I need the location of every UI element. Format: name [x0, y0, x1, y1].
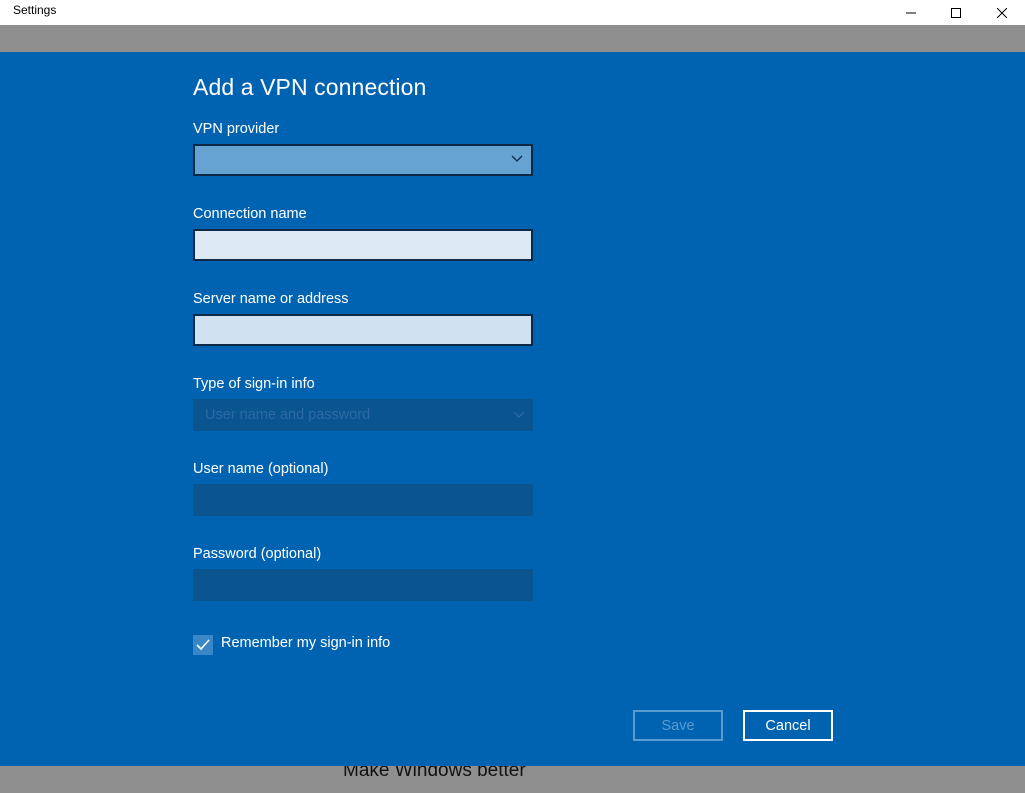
password-input[interactable]	[193, 569, 533, 601]
maximize-icon	[951, 7, 961, 18]
window-title: Settings	[13, 3, 57, 17]
close-button[interactable]	[979, 0, 1025, 25]
maximize-button[interactable]	[933, 0, 979, 25]
title-bar: Settings	[0, 0, 1025, 25]
dialog-heading: Add a VPN connection	[193, 74, 427, 100]
user-name-label: User name (optional)	[193, 461, 329, 477]
vpn-provider-dropdown[interactable]	[193, 144, 533, 176]
background-overlay	[0, 25, 1025, 52]
cancel-button[interactable]: Cancel	[743, 710, 833, 741]
user-name-input[interactable]	[193, 484, 533, 516]
save-button[interactable]: Save	[633, 710, 723, 741]
checkmark-icon	[196, 639, 210, 651]
sign-in-type-label: Type of sign-in info	[193, 376, 315, 392]
connection-name-label: Connection name	[193, 206, 307, 222]
password-label: Password (optional)	[193, 546, 322, 562]
vpn-dialog: Add a VPN connection VPN provider Connec…	[0, 52, 1025, 766]
chevron-down-icon	[513, 411, 525, 418]
sign-in-type-dropdown[interactable]: User name and password	[193, 399, 533, 431]
chevron-down-icon	[511, 155, 523, 162]
minimize-icon	[906, 12, 916, 13]
connection-name-input[interactable]	[193, 229, 533, 261]
close-icon	[997, 7, 1007, 18]
vpn-provider-label: VPN provider	[193, 121, 280, 137]
server-name-input[interactable]	[193, 314, 533, 346]
remember-sign-in-label: Remember my sign-in info	[221, 635, 391, 651]
minimize-button[interactable]	[888, 0, 934, 25]
remember-sign-in-checkbox[interactable]	[193, 635, 213, 655]
server-name-label: Server name or address	[193, 291, 349, 307]
sign-in-type-value: User name and password	[205, 407, 371, 423]
